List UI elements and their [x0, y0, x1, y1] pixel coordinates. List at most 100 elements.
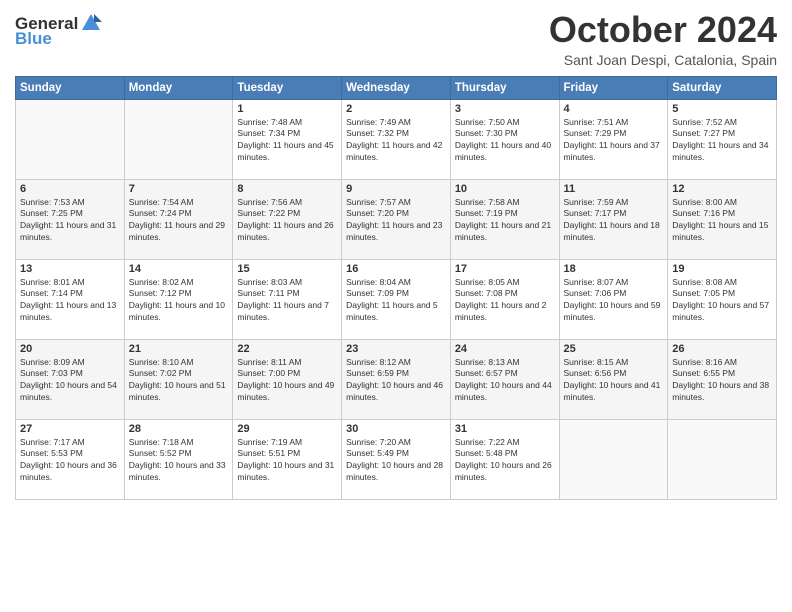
col-saturday: Saturday	[668, 76, 777, 99]
day-info: Sunrise: 8:08 AMSunset: 7:05 PMDaylight:…	[672, 277, 772, 325]
subtitle: Sant Joan Despi, Catalonia, Spain	[549, 52, 777, 68]
day-number: 20	[20, 343, 120, 355]
day-info: Sunrise: 7:53 AMSunset: 7:25 PMDaylight:…	[20, 197, 120, 245]
day-info: Sunrise: 7:18 AMSunset: 5:52 PMDaylight:…	[129, 437, 229, 485]
table-row: 29 Sunrise: 7:19 AMSunset: 5:51 PMDayligh…	[233, 419, 342, 499]
table-row: 5 Sunrise: 7:52 AMSunset: 7:27 PMDaylight…	[668, 99, 777, 179]
table-row: 18 Sunrise: 8:07 AMSunset: 7:06 PMDayligh…	[559, 259, 668, 339]
day-number: 28	[129, 423, 229, 435]
day-number: 31	[455, 423, 555, 435]
table-row: 15 Sunrise: 8:03 AMSunset: 7:11 PMDayligh…	[233, 259, 342, 339]
calendar-week-row: 1 Sunrise: 7:48 AMSunset: 7:34 PMDaylight…	[16, 99, 777, 179]
day-info: Sunrise: 7:50 AMSunset: 7:30 PMDaylight:…	[455, 117, 555, 165]
day-number: 7	[129, 183, 229, 195]
day-info: Sunrise: 8:04 AMSunset: 7:09 PMDaylight:…	[346, 277, 446, 325]
table-row	[16, 99, 125, 179]
day-info: Sunrise: 7:54 AMSunset: 7:24 PMDaylight:…	[129, 197, 229, 245]
day-info: Sunrise: 7:56 AMSunset: 7:22 PMDaylight:…	[237, 197, 337, 245]
table-row: 14Sunrise: 8:02 AMSunset: 7:12 PMDayligh…	[124, 259, 233, 339]
day-number: 17	[455, 263, 555, 275]
day-number: 3	[455, 103, 555, 115]
table-row: 24 Sunrise: 8:13 AMSunset: 6:57 PMDayligh…	[450, 339, 559, 419]
month-title: October 2024	[549, 10, 777, 50]
table-row: 31 Sunrise: 7:22 AMSunset: 5:48 PMDayligh…	[450, 419, 559, 499]
day-number: 12	[672, 183, 772, 195]
day-number: 13	[20, 263, 120, 275]
day-number: 8	[237, 183, 337, 195]
day-number: 15	[237, 263, 337, 275]
day-info: Sunrise: 8:13 AMSunset: 6:57 PMDaylight:…	[455, 357, 555, 405]
day-info: Sunrise: 7:52 AMSunset: 7:27 PMDaylight:…	[672, 117, 772, 165]
table-row: 2 Sunrise: 7:49 AMSunset: 7:32 PMDaylight…	[342, 99, 451, 179]
day-number: 2	[346, 103, 446, 115]
day-info: Sunrise: 8:01 AMSunset: 7:14 PMDaylight:…	[20, 277, 120, 325]
day-number: 27	[20, 423, 120, 435]
day-number: 26	[672, 343, 772, 355]
table-row: 10Sunrise: 7:58 AMSunset: 7:19 PMDayligh…	[450, 179, 559, 259]
table-row: 7 Sunrise: 7:54 AMSunset: 7:24 PMDaylight…	[124, 179, 233, 259]
day-info: Sunrise: 8:07 AMSunset: 7:06 PMDaylight:…	[564, 277, 664, 325]
day-number: 22	[237, 343, 337, 355]
day-info: Sunrise: 8:09 AMSunset: 7:03 PMDaylight:…	[20, 357, 120, 405]
table-row: 23 Sunrise: 8:12 AMSunset: 6:59 PMDayligh…	[342, 339, 451, 419]
day-number: 24	[455, 343, 555, 355]
day-number: 19	[672, 263, 772, 275]
day-info: Sunrise: 7:19 AMSunset: 5:51 PMDaylight:…	[237, 437, 337, 485]
day-info: Sunrise: 7:49 AMSunset: 7:32 PMDaylight:…	[346, 117, 446, 165]
day-info: Sunrise: 8:05 AMSunset: 7:08 PMDaylight:…	[455, 277, 555, 325]
day-number: 29	[237, 423, 337, 435]
day-number: 21	[129, 343, 229, 355]
col-monday: Monday	[124, 76, 233, 99]
day-number: 9	[346, 183, 446, 195]
table-row: 12 Sunrise: 8:00 AMSunset: 7:16 PMDayligh…	[668, 179, 777, 259]
table-row: 27Sunrise: 7:17 AMSunset: 5:53 PMDayligh…	[16, 419, 125, 499]
day-number: 14	[129, 263, 229, 275]
calendar-week-row: 20 Sunrise: 8:09 AMSunset: 7:03 PMDayligh…	[16, 339, 777, 419]
day-number: 4	[564, 103, 664, 115]
day-number: 16	[346, 263, 446, 275]
table-row: 30Sunrise: 7:20 AMSunset: 5:49 PMDayligh…	[342, 419, 451, 499]
col-sunday: Sunday	[16, 76, 125, 99]
day-number: 18	[564, 263, 664, 275]
table-row: 11 Sunrise: 7:59 AMSunset: 7:17 PMDayligh…	[559, 179, 668, 259]
table-row	[668, 419, 777, 499]
calendar-week-row: 13 Sunrise: 8:01 AMSunset: 7:14 PMDayligh…	[16, 259, 777, 339]
col-tuesday: Tuesday	[233, 76, 342, 99]
header: General Blue October 2024 Sant Joan Desp…	[15, 10, 777, 68]
table-row: 16 Sunrise: 8:04 AMSunset: 7:09 PMDayligh…	[342, 259, 451, 339]
logo: General Blue	[15, 14, 102, 49]
day-info: Sunrise: 7:22 AMSunset: 5:48 PMDaylight:…	[455, 437, 555, 485]
table-row: 13 Sunrise: 8:01 AMSunset: 7:14 PMDayligh…	[16, 259, 125, 339]
table-row: 1 Sunrise: 7:48 AMSunset: 7:34 PMDaylight…	[233, 99, 342, 179]
table-row: 21 Sunrise: 8:10 AMSunset: 7:02 PMDayligh…	[124, 339, 233, 419]
table-row: 17 Sunrise: 8:05 AMSunset: 7:08 PMDayligh…	[450, 259, 559, 339]
day-number: 30	[346, 423, 446, 435]
day-info: Sunrise: 8:00 AMSunset: 7:16 PMDaylight:…	[672, 197, 772, 245]
table-row: 22Sunrise: 8:11 AMSunset: 7:00 PMDayligh…	[233, 339, 342, 419]
calendar-week-row: 6Sunrise: 7:53 AMSunset: 7:25 PMDaylight…	[16, 179, 777, 259]
day-info: Sunrise: 7:48 AMSunset: 7:34 PMDaylight:…	[237, 117, 337, 165]
day-info: Sunrise: 8:10 AMSunset: 7:02 PMDaylight:…	[129, 357, 229, 405]
table-row: 3 Sunrise: 7:50 AMSunset: 7:30 PMDaylight…	[450, 99, 559, 179]
day-number: 1	[237, 103, 337, 115]
table-row: 19 Sunrise: 8:08 AMSunset: 7:05 PMDayligh…	[668, 259, 777, 339]
day-info: Sunrise: 8:12 AMSunset: 6:59 PMDaylight:…	[346, 357, 446, 405]
day-info: Sunrise: 7:59 AMSunset: 7:17 PMDaylight:…	[564, 197, 664, 245]
day-number: 23	[346, 343, 446, 355]
col-wednesday: Wednesday	[342, 76, 451, 99]
page: General Blue October 2024 Sant Joan Desp…	[0, 0, 792, 612]
table-row: 8 Sunrise: 7:56 AMSunset: 7:22 PMDaylight…	[233, 179, 342, 259]
title-block: October 2024 Sant Joan Despi, Catalonia,…	[549, 10, 777, 68]
day-number: 11	[564, 183, 664, 195]
day-info: Sunrise: 7:58 AMSunset: 7:19 PMDaylight:…	[455, 197, 555, 245]
header-row: Sunday Monday Tuesday Wednesday Thursday…	[16, 76, 777, 99]
day-number: 5	[672, 103, 772, 115]
table-row: 25Sunrise: 8:15 AMSunset: 6:56 PMDayligh…	[559, 339, 668, 419]
table-row: 4Sunrise: 7:51 AMSunset: 7:29 PMDaylight…	[559, 99, 668, 179]
col-thursday: Thursday	[450, 76, 559, 99]
table-row: 20 Sunrise: 8:09 AMSunset: 7:03 PMDayligh…	[16, 339, 125, 419]
table-row: 6Sunrise: 7:53 AMSunset: 7:25 PMDaylight…	[16, 179, 125, 259]
table-row: 9Sunrise: 7:57 AMSunset: 7:20 PMDaylight…	[342, 179, 451, 259]
day-info: Sunrise: 8:03 AMSunset: 7:11 PMDaylight:…	[237, 277, 337, 325]
col-friday: Friday	[559, 76, 668, 99]
